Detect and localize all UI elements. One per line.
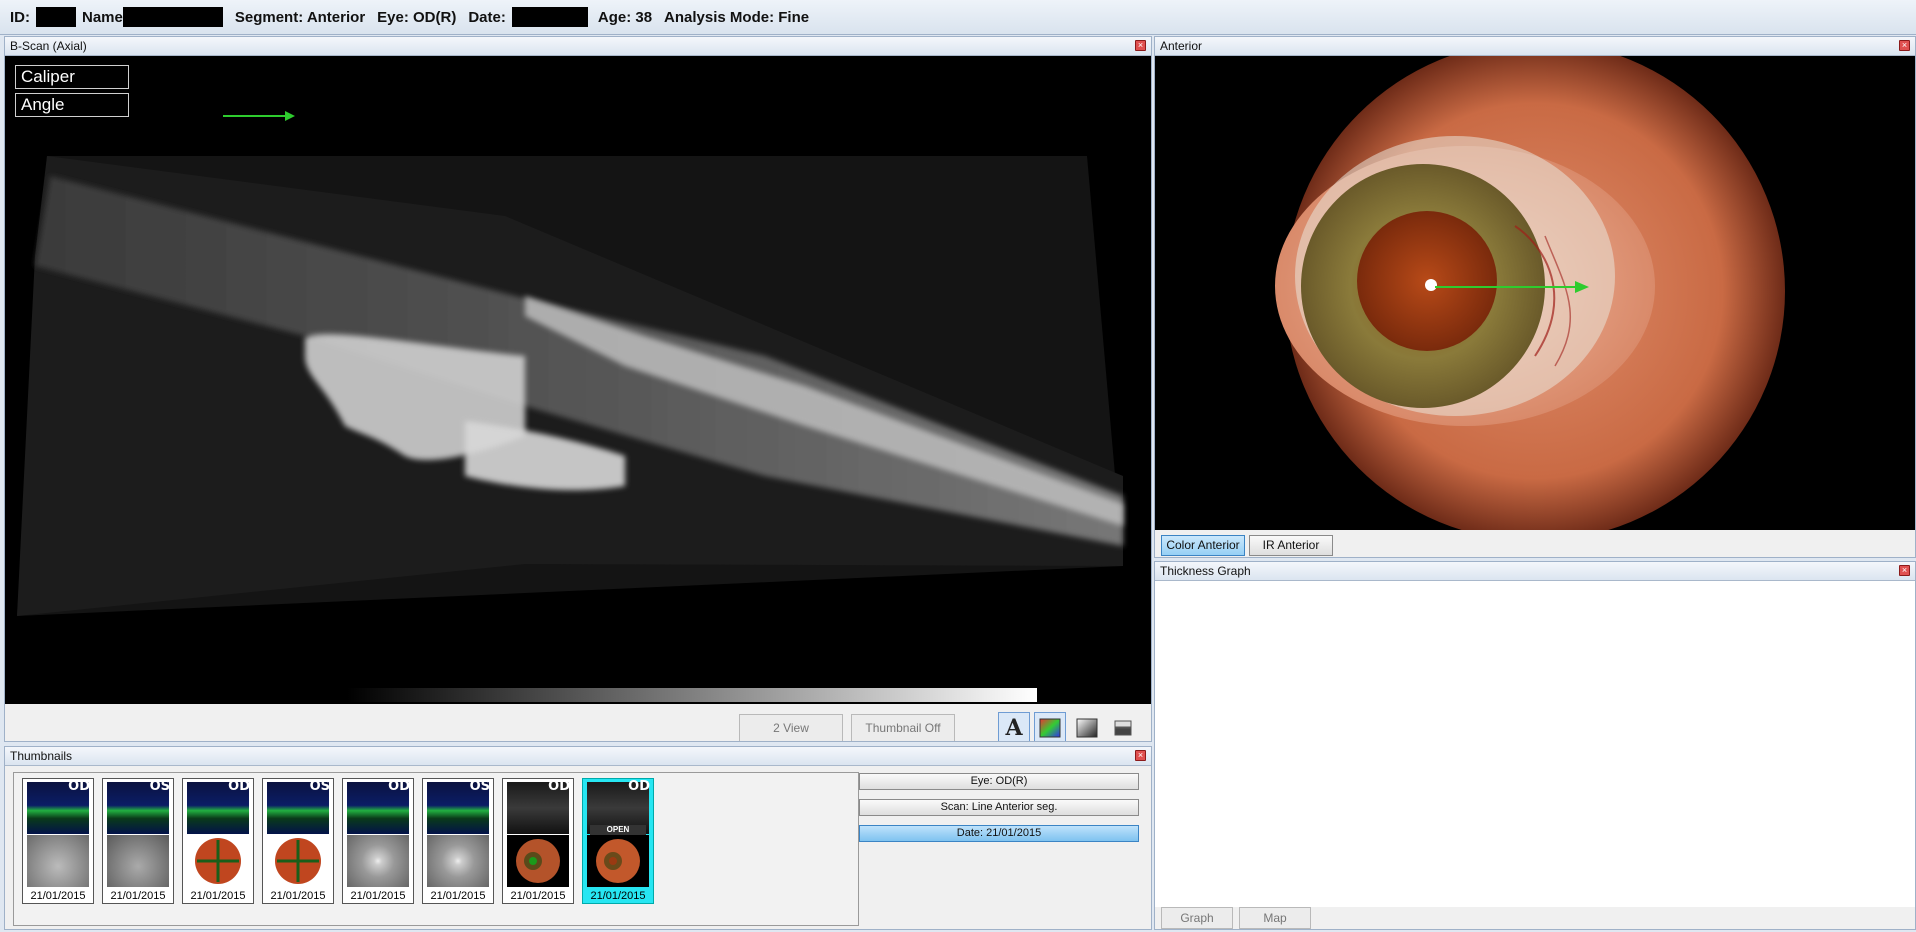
thickness-title: Thickness Graph (1160, 564, 1251, 578)
graph-button[interactable]: Graph (1161, 907, 1233, 929)
id-label: ID: (10, 8, 30, 26)
two-view-button[interactable]: 2 View (739, 714, 843, 741)
thickness-graph-area (1155, 581, 1915, 907)
open-badge: OPEN (590, 825, 646, 835)
map-button[interactable]: Map (1239, 907, 1311, 929)
thumbnail-eye-label: OD (548, 779, 570, 794)
grayscale-bar (347, 688, 1037, 702)
thumbnail-fundus (187, 835, 249, 887)
thumbnails-panel: Thumbnails × OD 21/01/2015 OS 21/01/2015… (4, 746, 1152, 930)
bscan-image[interactable]: Caliper Angle (5, 56, 1151, 704)
color-map-icon[interactable] (1034, 712, 1066, 741)
anterior-image[interactable] (1155, 56, 1915, 530)
thumbnail-5[interactable]: OD 21/01/2015 (342, 778, 414, 904)
thumbnail-date: 21/01/2015 (30, 890, 86, 902)
thumbnail-1[interactable]: OD 21/01/2015 (22, 778, 94, 904)
thumbnail-fundus (347, 835, 409, 887)
thumbnail-eye-label: OS (309, 779, 330, 794)
anterior-titlebar: Anterior × (1155, 37, 1915, 56)
eye-label: Eye: OD(R) (377, 8, 457, 26)
anterior-eye-photo (1275, 56, 1785, 530)
bscan-titlebar: B-Scan (Axial) × (5, 37, 1151, 56)
thumbnail-eye-label: OD (628, 779, 650, 794)
thumbnail-3[interactable]: OD 21/01/2015 (182, 778, 254, 904)
close-icon[interactable]: × (1899, 565, 1910, 576)
bscan-panel: B-Scan (Axial) × Caliper Angle 2 View Th… (4, 36, 1152, 742)
thumbnails-title: Thumbnails (10, 749, 73, 763)
thumbnail-6[interactable]: OS 21/01/2015 (422, 778, 494, 904)
thumbnail-eye-label: OS (469, 779, 490, 794)
redacted-id (36, 7, 76, 27)
analysis-mode-label: Analysis Mode: Fine (664, 8, 810, 26)
thumbnail-fundus (27, 835, 89, 887)
thumbnail-eye-label: OD (68, 779, 90, 794)
segment-label: Segment: Anterior (234, 8, 366, 26)
thumbnail-date: 21/01/2015 (430, 890, 486, 902)
bscan-title: B-Scan (Axial) (10, 39, 87, 53)
bscan-toolbar: 2 View Thumbnail Off A (5, 704, 1151, 741)
thumbnail-date: 21/01/2015 (350, 890, 406, 902)
close-icon[interactable]: × (1135, 40, 1146, 51)
thumbnail-date: 21/01/2015 (110, 890, 166, 902)
thumbnail-anterior (507, 835, 569, 887)
thumbnail-anterior (587, 835, 649, 887)
thumbnail-7[interactable]: OD 21/01/2015 (502, 778, 574, 904)
thumbnail-date: 21/01/2015 (270, 890, 326, 902)
anterior-title: Anterior (1160, 39, 1203, 53)
thumbnail-fundus (107, 835, 169, 887)
thumbnail-8-selected[interactable]: OD OPEN 21/01/2015 (582, 778, 654, 904)
anterior-panel: Anterior × Color Anterior IR Anterior (1154, 36, 1916, 558)
redacted-date (511, 7, 588, 27)
gradient-icon[interactable] (1107, 712, 1139, 741)
scan-filter-button[interactable]: Scan: Line Anterior seg. (859, 799, 1139, 816)
patient-header: ID: Name Segment: Anterior Eye: OD(R) Da… (0, 0, 1916, 35)
redacted-name (122, 7, 223, 27)
thumbnail-4[interactable]: OS 21/01/2015 (262, 778, 334, 904)
thumbnail-strip: OD 21/01/2015 OS 21/01/2015 OD 21/01/201… (13, 772, 859, 926)
thickness-titlebar: Thickness Graph × (1155, 562, 1915, 581)
age-label: Age: 38 (597, 8, 653, 26)
eye-filter-button[interactable]: Eye: OD(R) (859, 773, 1139, 790)
close-icon[interactable]: × (1899, 40, 1910, 51)
date-filter-button[interactable]: Date: 21/01/2015 (859, 825, 1139, 842)
thickness-graph-panel: Thickness Graph × Graph Map (1154, 561, 1916, 930)
bscan-oct-image (17, 111, 1123, 702)
angle-tool-button[interactable]: Angle (15, 93, 129, 117)
thumbnail-fundus (267, 835, 329, 887)
caliper-arrowhead (285, 111, 295, 121)
thumbnail-date: 21/01/2015 (510, 890, 566, 902)
thumbnail-eye-label: OS (149, 779, 170, 794)
date-label: Date: (468, 8, 506, 26)
font-a-icon[interactable]: A (998, 712, 1030, 741)
thumbnail-fundus (427, 835, 489, 887)
ir-anterior-tab[interactable]: IR Anterior (1249, 535, 1333, 556)
thumbnail-eye-label: OD (388, 779, 410, 794)
thumbnails-titlebar: Thumbnails × (5, 747, 1151, 766)
grayscale-icon[interactable] (1071, 712, 1103, 741)
thumbnail-2[interactable]: OS 21/01/2015 (102, 778, 174, 904)
thumbnail-date: 21/01/2015 (590, 890, 646, 902)
thumbnail-date: 21/01/2015 (190, 890, 246, 902)
color-anterior-tab[interactable]: Color Anterior (1161, 535, 1245, 556)
thumbnail-off-button[interactable]: Thumbnail Off (851, 714, 955, 741)
thumbnail-eye-label: OD (228, 779, 250, 794)
close-icon[interactable]: × (1135, 750, 1146, 761)
caliper-tool-button[interactable]: Caliper (15, 65, 129, 89)
name-label: Name (82, 8, 123, 26)
